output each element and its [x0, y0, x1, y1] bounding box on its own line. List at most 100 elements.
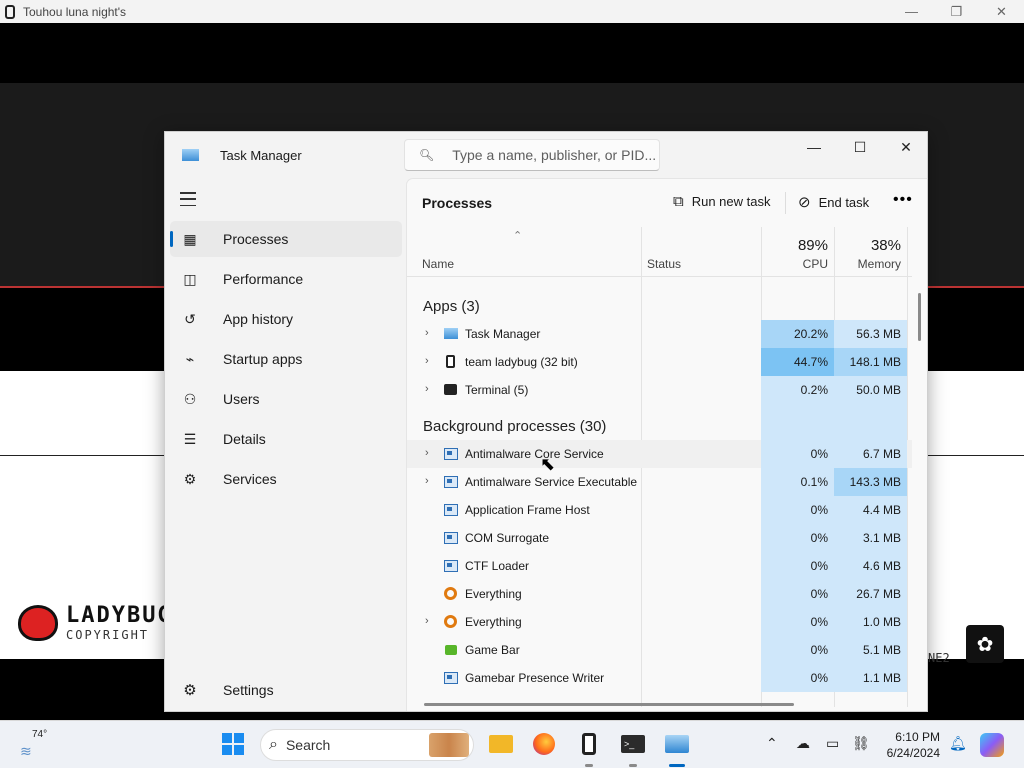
notification-bell-icon[interactable]: 🔔︎ — [949, 735, 967, 752]
sidebar-item-label: Users — [223, 391, 260, 407]
ladybug-app-icon — [443, 355, 458, 368]
running-indicator — [629, 764, 637, 767]
table-row[interactable]: › Everything 0% 1.0 MB — [407, 608, 912, 636]
ladybug-icon — [18, 604, 58, 641]
start-button[interactable] — [220, 731, 246, 757]
end-task-button[interactable]: ⊘ End task — [798, 193, 869, 211]
tm-minimize-button[interactable]: — — [791, 132, 837, 162]
ladybug-app-button[interactable] — [576, 731, 602, 757]
chevron-right-icon[interactable]: › — [425, 327, 429, 339]
file-explorer-button[interactable] — [488, 731, 514, 757]
run-new-task-button[interactable]: ⧉ Run new task — [673, 193, 770, 210]
close-button[interactable]: ✕ — [979, 0, 1024, 23]
task-manager-icon — [443, 327, 458, 340]
sidebar-item-details[interactable]: ☰ Details — [170, 421, 402, 457]
weather-widget[interactable]: 74° ≋ — [18, 729, 58, 763]
sidebar-item-services[interactable]: ⚙ Services — [170, 461, 402, 497]
copilot-icon[interactable] — [980, 733, 1004, 757]
group-label: Apps (3) — [423, 298, 480, 315]
onedrive-offline-icon[interactable]: ☁ — [796, 735, 810, 752]
firefox-button[interactable] — [531, 731, 557, 757]
table-row[interactable]: › team ladybug (32 bit) 44.7% 148.1 MB — [407, 348, 912, 376]
sidebar-item-app-history[interactable]: ↺ App history — [170, 301, 402, 337]
users-icon: ⚇ — [183, 390, 197, 407]
cpu-cell — [761, 278, 834, 320]
process-search-input[interactable] — [452, 147, 659, 163]
table-row[interactable]: › Terminal (5) 0.2% 50.0 MB — [407, 376, 912, 404]
cpu-total-percent[interactable]: 89% — [762, 237, 828, 254]
taskbar: 74° ≋ ⌕ Search >_ ⌃ ☁ ▭ ⛓ 6:10 PM 6/24/2… — [0, 720, 1024, 768]
minimize-button[interactable]: — — [889, 0, 934, 23]
game-app-icon — [5, 4, 15, 19]
process-name: CTF Loader — [465, 559, 530, 573]
toolbar-divider — [785, 192, 786, 214]
sidebar-item-performance[interactable]: ◫ Performance — [170, 261, 402, 297]
clock-date: 6/24/2024 — [886, 746, 940, 760]
sidebar-item-processes[interactable]: ▦ Processes — [170, 221, 402, 257]
process-search-box[interactable]: 🔍︎ — [404, 139, 660, 171]
table-row[interactable]: CTF Loader 0% 4.6 MB — [407, 552, 912, 580]
table-row[interactable]: › Antimalware Core Service 0% 6.7 MB — [407, 440, 912, 468]
terminal-button[interactable]: >_ — [620, 731, 646, 757]
chevron-up-icon[interactable]: ⌃ — [766, 735, 778, 752]
column-name[interactable]: Name — [422, 257, 454, 271]
tm-maximize-button[interactable]: ☐ — [837, 132, 883, 162]
table-row[interactable]: Gamebar Presence Writer 0% 1.1 MB — [407, 664, 912, 692]
horizontal-scrollbar[interactable] — [424, 703, 794, 706]
column-memory[interactable]: Memory — [835, 257, 901, 271]
process-name: Task Manager — [465, 327, 541, 341]
windows-logo-icon — [222, 733, 244, 755]
sidebar-item-users[interactable]: ⚇ Users — [170, 381, 402, 417]
more-options-icon[interactable]: ••• — [893, 191, 913, 209]
everything-icon — [443, 587, 458, 600]
memory-cell: 4.6 MB — [834, 552, 907, 580]
memory-cell: 4.4 MB — [834, 496, 907, 524]
vertical-scrollbar[interactable] — [918, 293, 921, 341]
group-header: Background processes (30) — [407, 404, 912, 440]
sidebar-item-settings[interactable]: ⚙ Settings — [170, 672, 402, 708]
table-row[interactable]: › Task Manager 20.2% 56.3 MB — [407, 320, 912, 348]
process-name: Everything — [465, 615, 522, 629]
table-row[interactable]: COM Surrogate 0% 3.1 MB — [407, 524, 912, 552]
cpu-cell: 0.2% — [761, 376, 834, 404]
chevron-right-icon[interactable]: › — [425, 475, 429, 487]
memory-cell: 1.0 MB — [834, 608, 907, 636]
cpu-cell: 0% — [761, 524, 834, 552]
chevron-right-icon[interactable]: › — [425, 355, 429, 367]
column-header: ⌃ Name Status 89% CPU 38% Memory — [407, 227, 912, 277]
chevron-right-icon[interactable]: › — [425, 615, 429, 627]
column-status[interactable]: Status — [647, 257, 681, 271]
restore-button[interactable]: ❐ — [934, 0, 979, 23]
table-row[interactable]: Application Frame Host 0% 4.4 MB — [407, 496, 912, 524]
process-name: Antimalware Service Executable — [465, 475, 638, 489]
sidebar-nav: ▦ Processes ◫ Performance ↺ App history ⌁ Start… — [170, 221, 402, 501]
task-manager-icon — [665, 735, 689, 753]
table-row[interactable]: › Antimalware Service Executable 0.1% 143.3… — [407, 468, 912, 496]
process-name: Everything — [465, 587, 522, 601]
sidebar-item-label: App history — [223, 311, 294, 327]
task-manager-button[interactable] — [664, 731, 690, 757]
taskbar-search[interactable]: ⌕ Search — [260, 729, 474, 761]
cpu-cell: 20.2% — [761, 320, 834, 348]
everything-icon-glyph — [444, 587, 457, 600]
search-icon: 🔍︎ — [419, 148, 435, 162]
end-task-icon: ⊘ — [798, 194, 811, 211]
chevron-right-icon[interactable]: › — [425, 447, 429, 459]
cpu-cell: 0% — [761, 580, 834, 608]
column-cpu[interactable]: CPU — [762, 257, 828, 271]
tm-close-button[interactable]: ✕ — [883, 132, 927, 162]
process-list: Apps (3) › Task Manager 20.2% 56.3 MB › team l… — [407, 278, 912, 692]
chevron-right-icon[interactable]: › — [425, 383, 429, 395]
service-icon — [443, 531, 458, 544]
system-clock[interactable]: 6:10 PM 6/24/2024 — [878, 729, 940, 761]
hamburger-menu-icon[interactable] — [180, 192, 196, 206]
folder-icon — [489, 735, 513, 753]
display-icon[interactable]: ▭ — [826, 735, 839, 752]
sidebar-item-startup-apps[interactable]: ⌁ Startup apps — [170, 341, 402, 377]
process-name: Game Bar — [465, 643, 520, 657]
memory-total-percent[interactable]: 38% — [835, 237, 901, 254]
ladybug-app-icon — [582, 733, 596, 755]
network-icon[interactable]: ⛓ — [852, 735, 870, 752]
table-row[interactable]: Game Bar 0% 5.1 MB — [407, 636, 912, 664]
table-row[interactable]: Everything 0% 26.7 MB — [407, 580, 912, 608]
